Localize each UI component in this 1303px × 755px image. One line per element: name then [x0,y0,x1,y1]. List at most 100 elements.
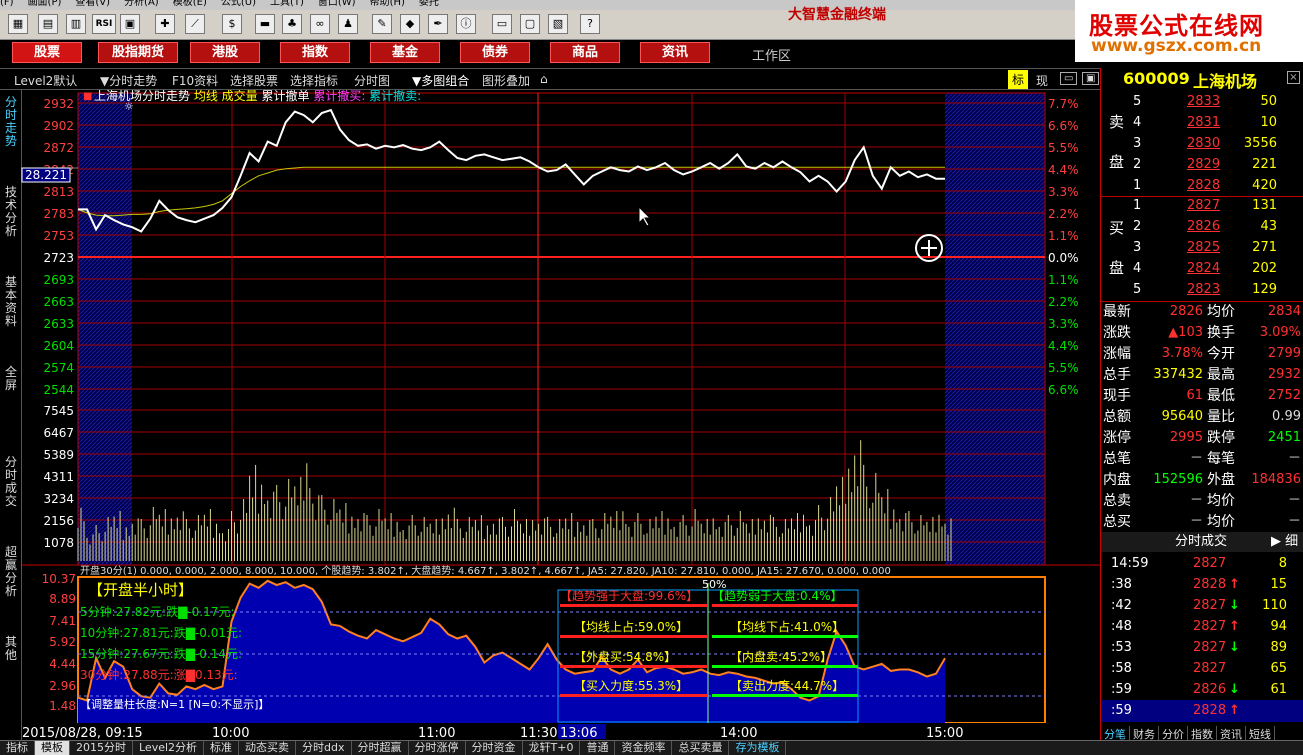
tick-vol: 15 [1270,577,1287,592]
nav-6[interactable]: 商品 [550,42,620,63]
pen-icon[interactable]: ✒ [428,14,448,34]
tick-price: 2828 [1193,577,1227,592]
quote-value2: － [1287,493,1301,508]
dollar-icon[interactable]: $ [222,14,242,34]
intraday-chart[interactable]: 2932290228722842281327832753272326932663… [0,90,1100,740]
window-icon[interactable]: ▢ [520,14,540,34]
legend-marker: ■ [83,91,92,102]
bottom-tab-13[interactable]: 总买卖量 [672,741,730,755]
menu-item[interactable]: 工具(T) [270,0,304,8]
time-tick: 13:06 [560,726,597,740]
tab-biao[interactable]: 标 [1008,70,1029,89]
buy-price: 2825 [1187,240,1221,255]
option-7[interactable]: 图形叠加 [482,72,530,89]
close-icon[interactable]: × [1287,71,1300,84]
bottom-tab-8[interactable]: 分时涨停 [409,741,466,755]
rsi-icon[interactable]: RSI [92,14,116,34]
time-tick: 2015/08/28, 09:15 [22,726,143,740]
nav-1[interactable]: 股指期货 [98,42,178,63]
tick-vol: 89 [1270,640,1287,655]
nav-2[interactable]: 港股 [190,42,260,63]
bottom-tab-14[interactable]: 存为模板 [729,741,787,755]
plus-icon[interactable]: ✚ [155,14,175,34]
people-icon[interactable]: ♟ [338,14,358,34]
option-1[interactable]: ▼分时走势 [100,72,157,89]
option-2[interactable]: F10资料 [172,72,218,89]
menu-item[interactable]: (F) [0,0,14,8]
buy-label: 买 [1109,219,1125,237]
nav-4[interactable]: 基金 [370,42,440,63]
menu-item[interactable]: 分析(A) [124,0,159,8]
menu-item[interactable]: 画面(P) [28,0,62,8]
quote-value: 3.78% [1161,346,1203,361]
quote-label2: 量比 [1207,409,1235,425]
buy-vol: 129 [1252,282,1277,297]
nav-3[interactable]: 指数 [280,42,350,63]
ind-tick: 7.41 [49,614,76,628]
pct-tick: 2.2% [1048,207,1079,221]
kline-icon[interactable]: ▥ [66,14,86,34]
stock-code: 600009 [1123,69,1190,88]
doc-icon[interactable]: ▭ [492,14,512,34]
ruler-icon[interactable]: ⟋ [185,14,205,34]
bottom-tab-9[interactable]: 分时资金 [466,741,523,755]
time-tick: 10:00 [212,726,249,740]
option-3[interactable]: 选择股票 [230,72,278,89]
menu-item[interactable]: 公式(U) [221,0,256,8]
bottom-tabs: 指标 模板 2015分时 Level2分析 标准 动态买卖 分时ddx 分时超赢 分时涨停 分时资… [0,740,1303,755]
workspace-label[interactable]: 工作区 [752,45,791,64]
bottom-tab-10[interactable]: 龙轩T+0 [523,741,581,755]
diamond-icon[interactable]: ◆ [400,14,420,34]
bottom-tab-1[interactable]: 模板 [35,741,70,755]
nav-7[interactable]: 资讯 [640,42,710,63]
sell-vol: 3556 [1243,136,1277,151]
restore-icon[interactable]: ▣ [1082,72,1100,85]
option-6[interactable]: ▼多图组合 [412,72,469,89]
bottom-tab-7[interactable]: 分时超赢 [352,741,409,755]
bottom-tab-11[interactable]: 普通 [580,741,616,755]
table-icon[interactable]: ▣ [120,14,140,34]
grid-icon[interactable]: ▦ [8,14,28,34]
menu-item[interactable]: 帮助(H) [370,0,405,8]
chart-title: 上海机场分时走势 [94,90,194,103]
lock-icon[interactable]: ⌂ [540,72,548,86]
nav-0[interactable]: 股票 [12,42,82,63]
sell-price: 2829 [1187,157,1221,172]
help-icon[interactable]: ? [580,14,600,34]
info-icon[interactable]: ⓘ [456,14,476,34]
ind-tick: 8.89 [49,592,76,606]
chart-icon[interactable]: ▤ [38,14,58,34]
bell-icon[interactable]: ♣ [282,14,302,34]
bottom-tab-0[interactable]: 指标 [0,741,35,755]
chart2-icon[interactable]: ▧ [548,14,568,34]
tick-time: :42 [1111,598,1132,613]
bottom-tab-6[interactable]: 分时ddx [296,741,352,755]
bottom-tab-3[interactable]: Level2分析 [133,741,205,755]
tick-arrow: ↑ [1229,703,1240,718]
tick-price: 2827 [1193,661,1227,676]
tab-xian[interactable]: 现 [1036,72,1048,89]
window-icon[interactable]: ▭ [1060,72,1078,85]
option-4[interactable]: 选择指标 [290,72,338,89]
quote-value: － [1189,514,1203,529]
bottom-tab-5[interactable]: 动态买卖 [239,741,297,755]
time-tick: 15:00 [926,726,963,740]
menu-item[interactable]: 委托 [419,0,439,8]
option-0[interactable]: Level2默认 [14,72,77,89]
stock-header: 600009 上海机场 × [1100,68,1303,91]
sell-level: 5 [1133,94,1142,109]
stat-out: 【外盘买:54.8%】 [574,649,676,664]
binoculars-icon[interactable]: ∞ [310,14,330,34]
quote-value2: － [1287,451,1301,466]
menu-item[interactable]: 窗口(W) [318,0,356,8]
nav-5[interactable]: 债券 [460,42,530,63]
menu-item[interactable]: 查看(V) [75,0,110,8]
bottom-tab-12[interactable]: 资金频率 [615,741,673,755]
stat-bar [712,604,858,607]
bottom-tab-4[interactable]: 标准 [204,741,240,755]
option-5[interactable]: 分时图 [354,72,390,89]
bottom-tab-2[interactable]: 2015分时 [70,741,133,755]
drawing-icon[interactable]: ✎ [372,14,392,34]
menu-item[interactable]: 模板(E) [173,0,207,8]
flag-icon[interactable]: ▬ [255,14,275,34]
